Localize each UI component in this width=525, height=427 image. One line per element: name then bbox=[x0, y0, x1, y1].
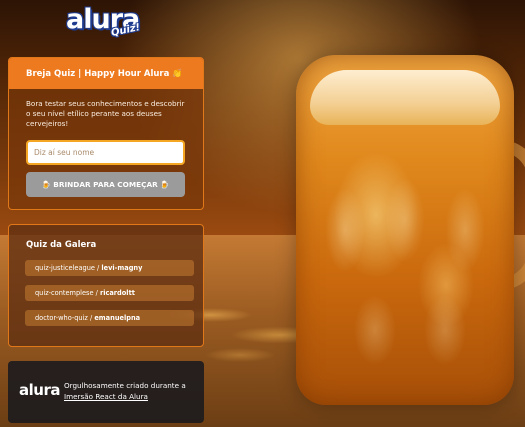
beer-foam bbox=[310, 70, 500, 125]
imersao-react-link[interactable]: Imersão React da Alura bbox=[64, 392, 148, 401]
alura-quiz-logo: alura Quiz! bbox=[66, 4, 146, 46]
beer-mug-facets bbox=[305, 150, 505, 390]
quiz-link-doctor-who[interactable]: doctor-who-quiz / emanuelpna bbox=[25, 310, 194, 326]
footer: alura Orgulhosamente criado durante a Im… bbox=[8, 361, 204, 423]
quiz-title: Breja Quiz | Happy Hour Alura 👏 bbox=[9, 58, 203, 89]
quiz-link-user: ricardoltt bbox=[99, 289, 135, 297]
quiz-link-justiceleague[interactable]: quiz-justiceleague / levi-magny bbox=[25, 260, 194, 276]
quiz-link-project: doctor-who-quiz bbox=[35, 314, 88, 322]
community-quizzes-card: Quiz da Galera quiz-justiceleague / levi… bbox=[8, 224, 204, 347]
quiz-description: Bora testar seus conhecimentos e descobr… bbox=[26, 99, 185, 128]
footer-alura-logo[interactable]: alura bbox=[19, 381, 60, 399]
quiz-link-user: emanuelpna bbox=[94, 314, 141, 322]
quiz-link-contemplese[interactable]: quiz-contemplese / ricardoltt bbox=[25, 285, 194, 301]
quiz-link-user: levi-magny bbox=[101, 264, 143, 272]
quiz-link-project: quiz-contemplese bbox=[35, 289, 94, 297]
start-quiz-button[interactable]: 🍺 BRINDAR PARA COMEÇAR 🍺 bbox=[26, 172, 185, 197]
quiz-start-card: Breja Quiz | Happy Hour Alura 👏 Bora tes… bbox=[8, 57, 204, 210]
footer-text-prefix: Orgulhosamente criado durante a bbox=[64, 381, 186, 390]
name-input[interactable] bbox=[26, 140, 185, 165]
community-quizzes-title: Quiz da Galera bbox=[26, 240, 97, 250]
start-quiz-button-label: 🍺 BRINDAR PARA COMEÇAR 🍺 bbox=[41, 180, 170, 189]
footer-text: Orgulhosamente criado durante a Imersão … bbox=[64, 380, 204, 402]
quiz-link-project: quiz-justiceleague bbox=[35, 264, 95, 272]
